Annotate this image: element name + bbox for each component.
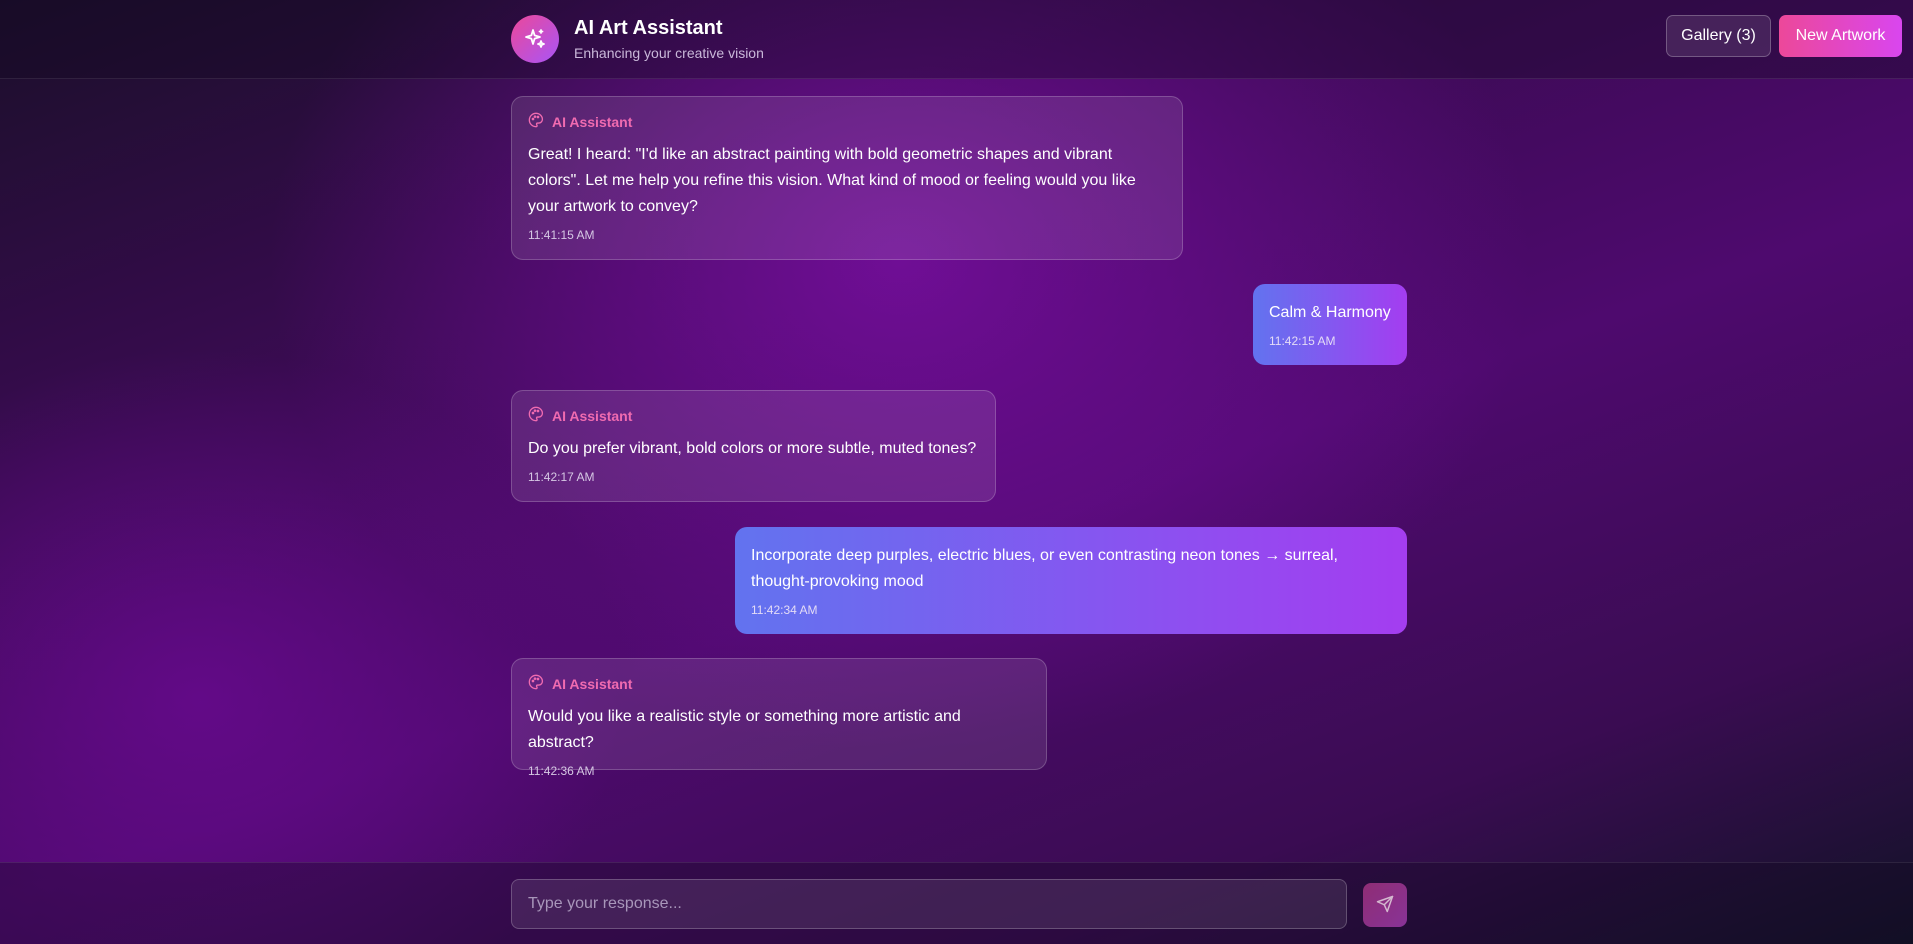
- response-input[interactable]: [511, 879, 1347, 929]
- assistant-sender-label: AI Assistant: [552, 114, 633, 130]
- message-timestamp: 11:41:15 AM: [528, 228, 595, 242]
- message-timestamp: 11:42:36 AM: [528, 764, 595, 778]
- palette-icon: [528, 112, 544, 133]
- message-text: Incorporate deep purples, electric blues…: [751, 547, 1338, 590]
- assistant-message: AI Assistant Great! I heard: "I'd like a…: [511, 96, 1183, 260]
- message-text: Calm & Harmony: [1269, 304, 1391, 321]
- assistant-message: AI Assistant Would you like a realistic …: [511, 658, 1047, 778]
- brand: AI Art Assistant Enhancing your creative…: [511, 15, 764, 63]
- new-artwork-button[interactable]: New Artwork: [1779, 15, 1902, 57]
- assistant-sender-label: AI Assistant: [552, 676, 633, 692]
- app-subtitle: Enhancing your creative vision: [574, 44, 764, 61]
- palette-icon: [528, 406, 544, 427]
- send-icon: [1376, 895, 1394, 916]
- message-timestamp: 11:42:17 AM: [528, 470, 595, 484]
- app-header: AI Art Assistant Enhancing your creative…: [0, 0, 1913, 79]
- composer-bar: [0, 862, 1913, 944]
- app-title: AI Art Assistant: [574, 16, 723, 39]
- message-text: Great! I heard: "I'd like an abstract pa…: [528, 146, 1136, 215]
- gallery-button[interactable]: Gallery (3): [1666, 15, 1771, 57]
- palette-icon: [528, 674, 544, 695]
- message-text: Would you like a realistic style or some…: [528, 708, 961, 751]
- assistant-message: AI Assistant Do you prefer vibrant, bold…: [511, 390, 996, 502]
- message-timestamp: 11:42:15 AM: [1269, 334, 1336, 348]
- message-text: Do you prefer vibrant, bold colors or mo…: [528, 440, 977, 457]
- user-message: Incorporate deep purples, electric blues…: [735, 527, 1407, 634]
- sparkles-icon: [511, 15, 559, 63]
- message-timestamp: 11:42:34 AM: [751, 603, 818, 617]
- assistant-sender-label: AI Assistant: [552, 408, 633, 424]
- send-button[interactable]: [1363, 883, 1407, 927]
- user-message: Calm & Harmony 11:42:15 AM: [1253, 284, 1407, 365]
